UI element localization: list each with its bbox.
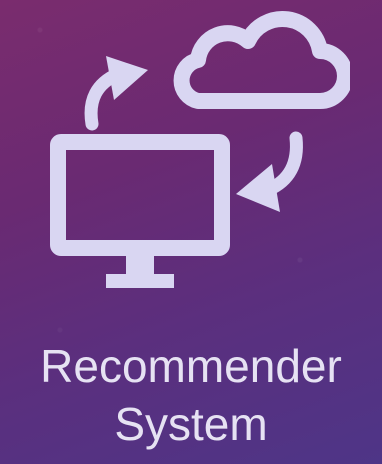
page-title-line-2: System <box>114 398 268 450</box>
cloud-icon <box>173 11 350 109</box>
sync-arrow-icon <box>84 56 148 131</box>
slide: Recommender System <box>0 0 382 464</box>
sync-arrow-icon <box>236 131 303 212</box>
page-title-line-1: Recommender <box>40 340 342 392</box>
monitor-icon <box>50 134 230 288</box>
recommender-illustration <box>50 11 350 288</box>
